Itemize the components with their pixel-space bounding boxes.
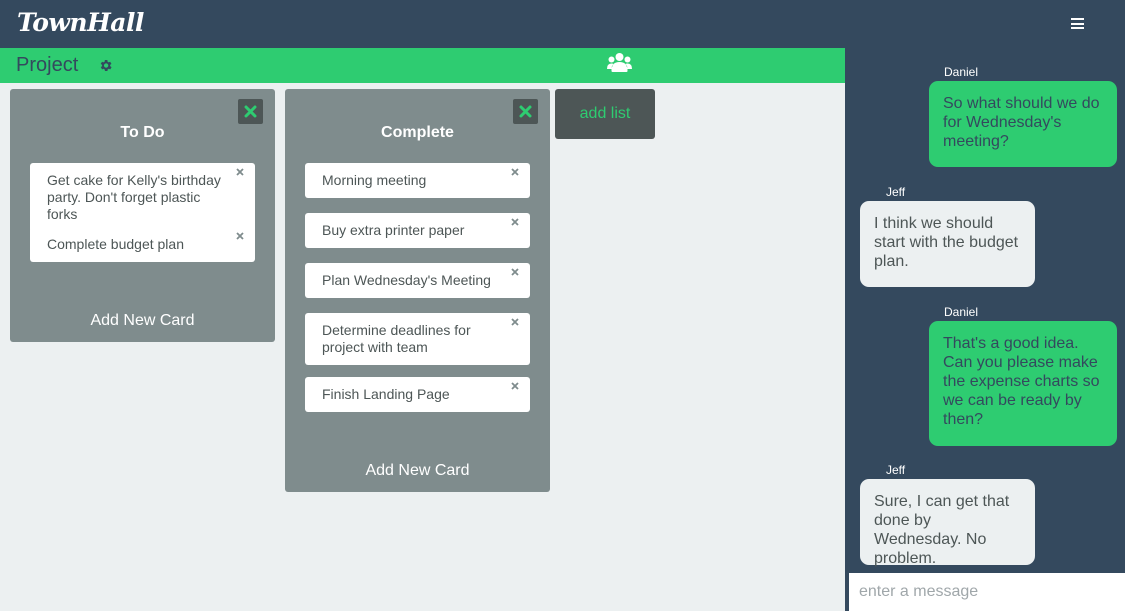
list-todo: To Do Get cake for Kelly's birthday part…	[10, 89, 275, 342]
card[interactable]: Complete budget plan	[30, 227, 255, 262]
users-icon[interactable]	[607, 52, 632, 74]
message-sender: Daniel	[944, 305, 979, 319]
card[interactable]: Buy extra printer paper	[305, 213, 530, 248]
top-navbar: TownHall	[0, 0, 1125, 48]
remove-card-icon[interactable]	[511, 268, 519, 276]
card-text: Get cake for Kelly's birthday party. Don…	[47, 172, 221, 222]
card[interactable]: Morning meeting	[305, 163, 530, 198]
card-text: Complete budget plan	[47, 236, 184, 252]
project-title: Project	[16, 54, 79, 76]
remove-card-icon[interactable]	[511, 218, 519, 226]
card[interactable]: Plan Wednesday's Meeting	[305, 263, 530, 298]
chat-message-theirs: Sure, I can get that done by Wednesday. …	[860, 479, 1035, 567]
add-card-button[interactable]: Add New Card	[10, 312, 275, 330]
card-text: Finish Landing Page	[322, 386, 450, 402]
message-sender: Daniel	[944, 65, 979, 79]
board: To Do Get cake for Kelly's birthday part…	[0, 83, 845, 611]
add-card-button[interactable]: Add New Card	[285, 462, 550, 480]
card-text: Morning meeting	[322, 172, 427, 188]
project-bar: Project	[0, 48, 845, 83]
message-sender: Jeff	[886, 185, 906, 199]
message-sender: Jeff	[886, 463, 906, 477]
app-logo[interactable]: TownHall	[17, 8, 144, 37]
chat-message-mine: That's a good idea. Can you please make …	[929, 321, 1117, 446]
card[interactable]: Determine deadlines for project with tea…	[305, 313, 530, 365]
remove-card-icon[interactable]	[236, 168, 244, 176]
chat-message-mine: So what should we do for Wednesday's mee…	[929, 81, 1117, 167]
gear-icon[interactable]	[98, 58, 113, 73]
hamburger-icon[interactable]	[1071, 18, 1084, 29]
card-text: Determine deadlines for project with tea…	[322, 322, 471, 355]
close-icon	[519, 105, 532, 118]
card-text: Plan Wednesday's Meeting	[322, 272, 491, 288]
remove-card-icon[interactable]	[511, 318, 519, 326]
chat-panel: Daniel So what should we do for Wednesda…	[845, 48, 1125, 611]
message-input[interactable]	[849, 573, 1125, 611]
list-title: Complete	[381, 124, 454, 141]
delete-list-button[interactable]	[238, 99, 263, 124]
remove-card-icon[interactable]	[511, 382, 519, 390]
list-title: To Do	[120, 124, 165, 141]
add-list-button[interactable]: add list	[555, 89, 655, 139]
chat-message-theirs: I think we should start with the budget …	[860, 201, 1035, 287]
remove-card-icon[interactable]	[511, 168, 519, 176]
list-complete: Complete Morning meeting Buy extra print…	[285, 89, 550, 492]
card[interactable]: Finish Landing Page	[305, 377, 530, 412]
card-text: Buy extra printer paper	[322, 222, 465, 238]
card[interactable]: Get cake for Kelly's birthday party. Don…	[30, 163, 255, 232]
remove-card-icon[interactable]	[236, 232, 244, 240]
close-icon	[244, 105, 257, 118]
delete-list-button[interactable]	[513, 99, 538, 124]
